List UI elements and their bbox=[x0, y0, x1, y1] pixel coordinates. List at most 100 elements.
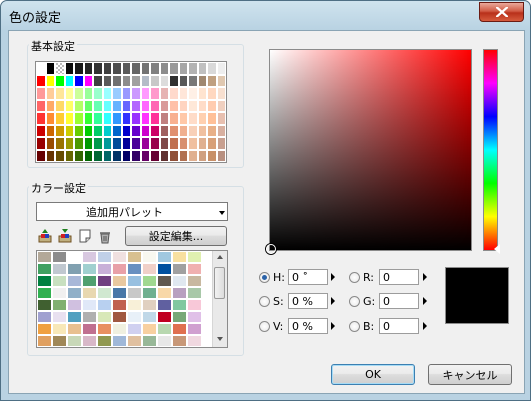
custom-color-swatch[interactable] bbox=[112, 251, 127, 263]
basic-color-swatch[interactable] bbox=[150, 87, 160, 100]
basic-color-swatch[interactable] bbox=[150, 99, 160, 112]
basic-color-swatch[interactable] bbox=[93, 124, 103, 137]
basic-color-swatch[interactable] bbox=[169, 62, 179, 75]
basic-color-swatch[interactable] bbox=[55, 137, 65, 150]
basic-color-swatch[interactable] bbox=[188, 124, 198, 137]
basic-color-swatch[interactable] bbox=[93, 137, 103, 150]
basic-color-swatch[interactable] bbox=[140, 62, 150, 75]
basic-color-swatch[interactable] bbox=[102, 124, 112, 137]
basic-color-swatch[interactable] bbox=[140, 124, 150, 137]
basic-color-swatch[interactable] bbox=[188, 149, 198, 162]
basic-color-swatch[interactable] bbox=[188, 87, 198, 100]
value-arrow-icon[interactable] bbox=[331, 322, 335, 330]
blue-arrow-icon[interactable] bbox=[423, 322, 427, 330]
basic-color-swatch[interactable] bbox=[64, 74, 74, 87]
custom-color-swatch[interactable] bbox=[172, 299, 187, 311]
custom-color-swatch[interactable] bbox=[187, 287, 202, 299]
basic-color-swatch[interactable] bbox=[45, 112, 55, 125]
basic-color-swatch[interactable] bbox=[207, 112, 217, 125]
basic-color-swatch[interactable] bbox=[197, 62, 207, 75]
green-arrow-icon[interactable] bbox=[423, 297, 427, 305]
basic-color-swatch[interactable] bbox=[102, 87, 112, 100]
basic-color-swatch[interactable] bbox=[93, 99, 103, 112]
basic-color-swatch[interactable] bbox=[197, 87, 207, 100]
custom-color-swatch[interactable] bbox=[52, 323, 67, 335]
custom-color-swatch[interactable] bbox=[97, 263, 112, 275]
basic-color-swatch[interactable] bbox=[45, 149, 55, 162]
basic-color-swatch[interactable] bbox=[131, 149, 141, 162]
basic-color-swatch[interactable] bbox=[93, 74, 103, 87]
custom-color-swatch[interactable] bbox=[157, 287, 172, 299]
custom-color-swatch[interactable] bbox=[52, 311, 67, 323]
basic-color-swatch[interactable] bbox=[159, 99, 169, 112]
hue-slider[interactable] bbox=[483, 49, 500, 254]
basic-color-swatch[interactable] bbox=[121, 137, 131, 150]
basic-color-swatch[interactable] bbox=[64, 137, 74, 150]
basic-color-swatch[interactable] bbox=[197, 137, 207, 150]
custom-color-swatch[interactable] bbox=[172, 251, 187, 263]
basic-color-swatch[interactable] bbox=[216, 87, 226, 100]
basic-color-swatch[interactable] bbox=[131, 112, 141, 125]
custom-color-swatch[interactable] bbox=[157, 299, 172, 311]
basic-color-swatch[interactable] bbox=[45, 74, 55, 87]
new-palette-icon[interactable] bbox=[77, 228, 93, 244]
basic-color-swatch[interactable] bbox=[121, 62, 131, 75]
basic-color-swatch[interactable] bbox=[150, 62, 160, 75]
basic-color-swatch[interactable] bbox=[207, 124, 217, 137]
custom-color-swatch[interactable] bbox=[82, 323, 97, 335]
basic-color-swatch[interactable] bbox=[197, 74, 207, 87]
basic-color-swatch[interactable] bbox=[112, 87, 122, 100]
basic-color-swatch[interactable] bbox=[178, 112, 188, 125]
basic-color-swatch[interactable] bbox=[36, 74, 46, 87]
custom-color-swatch[interactable] bbox=[37, 287, 52, 299]
custom-color-swatch[interactable] bbox=[67, 299, 82, 311]
custom-color-swatch[interactable] bbox=[82, 263, 97, 275]
basic-color-swatch[interactable] bbox=[131, 62, 141, 75]
basic-color-swatch[interactable] bbox=[207, 62, 217, 75]
custom-color-swatch[interactable] bbox=[187, 263, 202, 275]
custom-color-swatch[interactable] bbox=[37, 251, 52, 263]
custom-color-swatch[interactable] bbox=[97, 299, 112, 311]
basic-color-swatch[interactable] bbox=[64, 112, 74, 125]
title-bar[interactable]: 色の設定 bbox=[1, 1, 530, 31]
basic-color-swatch[interactable] bbox=[112, 137, 122, 150]
basic-color-swatch[interactable] bbox=[64, 87, 74, 100]
custom-color-swatch[interactable] bbox=[67, 251, 82, 263]
basic-color-swatch[interactable] bbox=[93, 87, 103, 100]
custom-color-swatch[interactable] bbox=[37, 311, 52, 323]
custom-color-swatch[interactable] bbox=[37, 323, 52, 335]
hue-arrow-icon[interactable] bbox=[331, 273, 335, 281]
scroll-up-icon[interactable] bbox=[217, 255, 223, 259]
basic-color-swatch[interactable] bbox=[64, 62, 74, 75]
load-palette-icon[interactable] bbox=[37, 228, 53, 244]
basic-color-swatch[interactable] bbox=[207, 87, 217, 100]
scrollbar-thumb[interactable] bbox=[214, 267, 225, 299]
basic-color-swatch[interactable] bbox=[159, 62, 169, 75]
basic-color-swatch[interactable] bbox=[121, 87, 131, 100]
basic-color-swatch[interactable] bbox=[112, 62, 122, 75]
basic-color-swatch[interactable] bbox=[188, 112, 198, 125]
basic-color-swatch[interactable] bbox=[74, 62, 84, 75]
basic-color-swatch[interactable] bbox=[121, 112, 131, 125]
basic-color-grid[interactable] bbox=[35, 61, 227, 163]
custom-color-swatch[interactable] bbox=[37, 335, 52, 347]
basic-color-swatch[interactable] bbox=[102, 62, 112, 75]
basic-color-swatch[interactable] bbox=[207, 74, 217, 87]
custom-color-swatch[interactable] bbox=[37, 299, 52, 311]
basic-color-swatch[interactable] bbox=[55, 149, 65, 162]
basic-color-swatch[interactable] bbox=[36, 137, 46, 150]
custom-color-swatch[interactable] bbox=[187, 323, 202, 335]
basic-color-swatch[interactable] bbox=[150, 74, 160, 87]
custom-color-swatch[interactable] bbox=[82, 287, 97, 299]
custom-color-swatch[interactable] bbox=[142, 335, 157, 347]
basic-color-swatch[interactable] bbox=[112, 74, 122, 87]
basic-color-swatch[interactable] bbox=[74, 149, 84, 162]
basic-color-swatch[interactable] bbox=[197, 99, 207, 112]
custom-color-swatch[interactable] bbox=[112, 275, 127, 287]
custom-color-swatch[interactable] bbox=[142, 287, 157, 299]
basic-color-swatch[interactable] bbox=[74, 137, 84, 150]
custom-color-swatch[interactable] bbox=[187, 275, 202, 287]
custom-color-swatch[interactable] bbox=[67, 323, 82, 335]
basic-color-swatch[interactable] bbox=[102, 74, 112, 87]
basic-color-swatch[interactable] bbox=[178, 149, 188, 162]
